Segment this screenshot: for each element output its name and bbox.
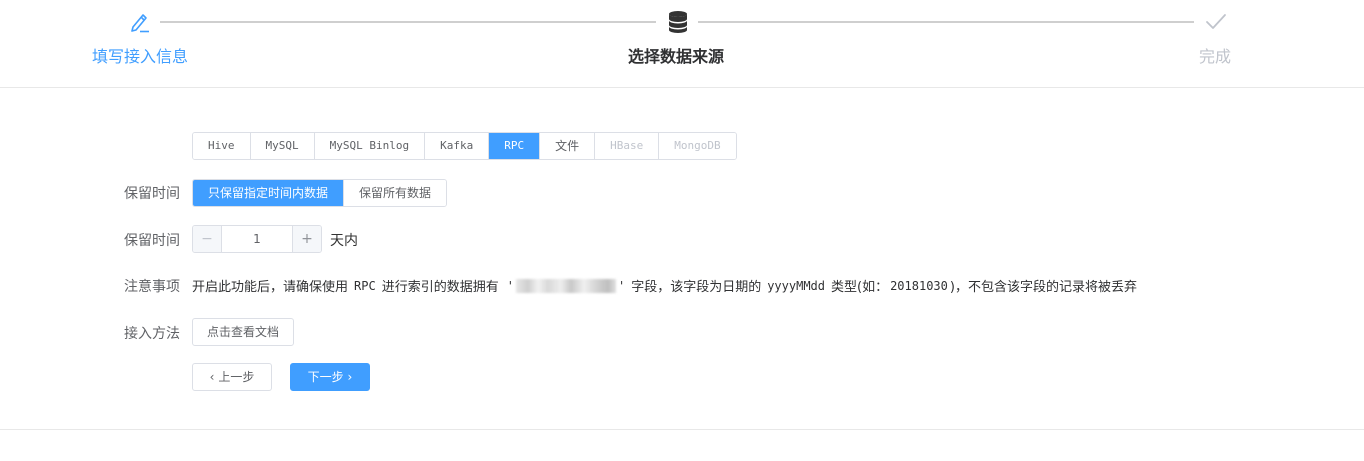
tab-kafka[interactable]: Kafka <box>425 133 490 159</box>
tab-hive[interactable]: Hive <box>193 133 251 159</box>
retention-days-input[interactable] <box>222 226 292 252</box>
notice-text-part: )，不包含该字段的记录将被丢弃 <box>949 280 1137 295</box>
step-label-fill-info: 填写接入信息 <box>92 47 189 66</box>
notice-label: 注意事项 <box>124 279 180 295</box>
tab-rpc[interactable]: RPC <box>489 133 541 159</box>
redacted-field-name <box>515 278 616 293</box>
notice-quote-close: ' <box>617 278 626 293</box>
view-docs-button[interactable]: 点击查看文档 <box>192 318 295 346</box>
retention-option-keep-range[interactable]: 只保留指定时间内数据 <box>193 180 344 206</box>
bottom-divider <box>0 429 1364 430</box>
access-method-label: 接入方法 <box>124 326 180 342</box>
edit-icon <box>131 14 149 33</box>
notice-example: 20181030 <box>890 278 948 293</box>
step-label-select-source: 选择数据来源 <box>628 47 725 66</box>
tab-mysql-binlog[interactable]: MySQL Binlog <box>314 133 426 159</box>
retention-days-label: 保留时间 <box>124 233 180 249</box>
step-label-done: 完成 <box>1199 47 1232 66</box>
tab-mysql[interactable]: MySQL <box>250 133 315 159</box>
notice-text-part: 开启此功能后，请确保使用 <box>192 280 349 295</box>
chevron-right-icon: › <box>347 370 353 384</box>
retention-days-unit: 天内 <box>330 233 358 249</box>
decrement-button[interactable]: − <box>193 226 222 252</box>
notice-rpc: RPC <box>354 278 376 293</box>
steps-bar: 填写接入信息 选择数据来源 完成 <box>0 0 1364 88</box>
retention-label: 保留时间 <box>124 186 180 202</box>
prev-step-button[interactable]: ‹ 上一步 <box>192 363 272 391</box>
next-step-button[interactable]: 下一步 › <box>290 363 370 391</box>
next-step-label: 下一步 <box>307 370 344 384</box>
increment-button[interactable]: + <box>292 226 321 252</box>
prev-step-label: 上一步 <box>218 370 255 384</box>
tab-mongodb: MongoDB <box>659 133 736 159</box>
tab-file[interactable]: 文件 <box>540 133 596 159</box>
chevron-left-icon: ‹ <box>209 370 215 384</box>
notice-date-format: yyyyMMdd <box>767 278 825 293</box>
tab-hbase: HBase <box>595 133 660 159</box>
notice-text-part: 字段，该字段为日期的 <box>631 280 762 295</box>
data-source-tabs: Hive MySQL MySQL Binlog Kafka RPC 文件 HBa… <box>192 132 737 160</box>
step-connector <box>160 21 656 23</box>
retention-option-keep-all[interactable]: 保留所有数据 <box>343 180 447 206</box>
check-icon <box>1206 14 1226 29</box>
notice-text: 开启此功能后，请确保使用 RPC 进行索引的数据拥有 ' ' 字段，该字段为日期… <box>192 276 1137 295</box>
notice-quote-open: ' <box>506 278 514 293</box>
retention-days-stepper: − + <box>192 225 322 253</box>
retention-mode-group: 只保留指定时间内数据 保留所有数据 <box>192 179 448 207</box>
database-icon <box>669 11 687 33</box>
notice-text-part: 类型(如： <box>831 280 889 295</box>
step-connector <box>698 21 1194 23</box>
notice-text-part: 进行索引的数据拥有 <box>381 280 499 295</box>
